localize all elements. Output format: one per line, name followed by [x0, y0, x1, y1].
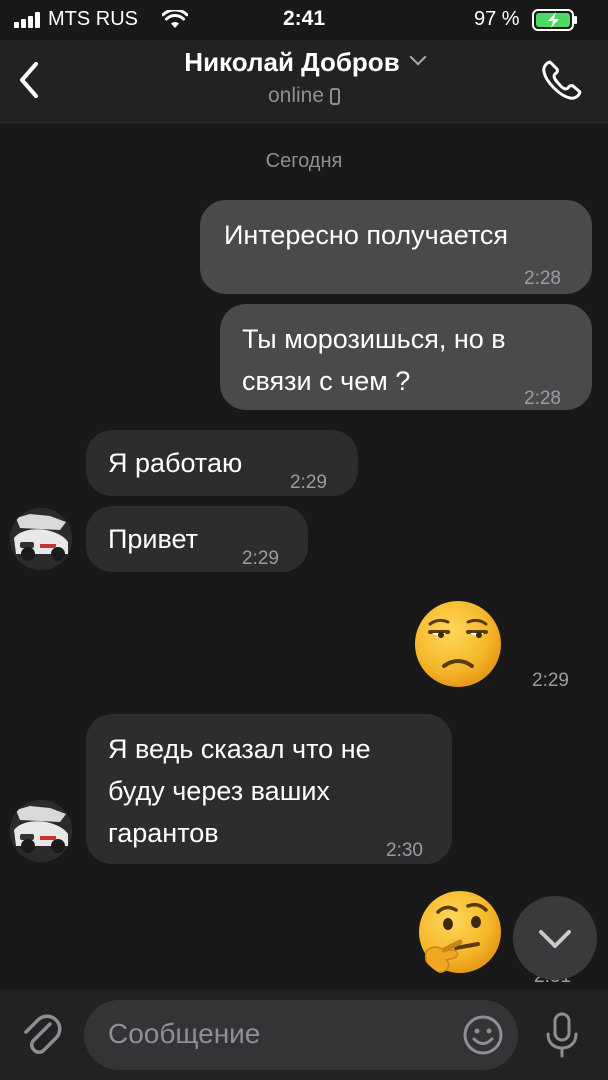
message-text: Привет	[108, 524, 199, 554]
presence-text: online	[267, 84, 325, 107]
day-separator: Сегодня	[265, 150, 343, 172]
outgoing-message[interactable]: Интересно получается 2:28	[200, 200, 592, 294]
outgoing-message[interactable]: Ты морозишься, но в связи с чем ? 2:28	[220, 304, 592, 410]
scroll-to-bottom-button[interactable]	[513, 896, 597, 980]
message-text-line: связи с чем ?	[242, 366, 411, 396]
contact-name-title[interactable]: Николай Добров	[0, 47, 608, 78]
message-text: Я работаю	[108, 448, 243, 478]
message-text-line: Я ведь сказал что не	[108, 734, 371, 764]
message-time: 2:30	[386, 840, 423, 861]
message-time: 2:28	[524, 268, 561, 289]
contact-avatar[interactable]	[10, 508, 72, 570]
mobile-device-icon	[330, 88, 341, 105]
message-time: 2:29	[290, 472, 327, 493]
status-bar: MTS RUS 2:41 97 %	[0, 0, 608, 40]
incoming-message[interactable]: Я ведь сказал что не буду через ваших га…	[86, 714, 452, 864]
chevron-down-icon	[539, 930, 571, 948]
incoming-message[interactable]: Привет 2:29	[86, 506, 308, 572]
paperclip-icon[interactable]	[20, 1012, 62, 1058]
message-text-line: гарантов	[108, 818, 219, 848]
battery-charging-icon	[532, 9, 577, 31]
message-time: 2:29	[242, 548, 279, 569]
thinking-face-emoji[interactable]	[416, 890, 504, 978]
contact-avatar[interactable]	[10, 800, 72, 862]
car-photo-icon	[10, 800, 72, 862]
message-text-line: буду через ваших	[108, 776, 330, 806]
message-time: 2:28	[524, 388, 561, 409]
microphone-icon[interactable]	[542, 1010, 582, 1060]
message-time: 2:29	[532, 670, 569, 691]
phone-call-icon[interactable]	[540, 58, 584, 102]
message-input-placeholder: Сообщение	[108, 1018, 261, 1049]
car-photo-icon	[10, 508, 72, 570]
unamused-face-emoji[interactable]	[414, 600, 502, 688]
presence-status: online	[0, 84, 608, 108]
chevron-down-icon	[409, 48, 427, 66]
contact-name: Николай Добров	[184, 47, 400, 77]
incoming-message[interactable]: Я работаю 2:29	[86, 430, 358, 496]
message-text: Интересно получается	[224, 220, 509, 250]
emoji-picker-icon[interactable]	[462, 1014, 504, 1056]
battery-percentage: 97 %	[474, 8, 520, 30]
message-text-line: Ты морозишься, но в	[242, 324, 506, 354]
